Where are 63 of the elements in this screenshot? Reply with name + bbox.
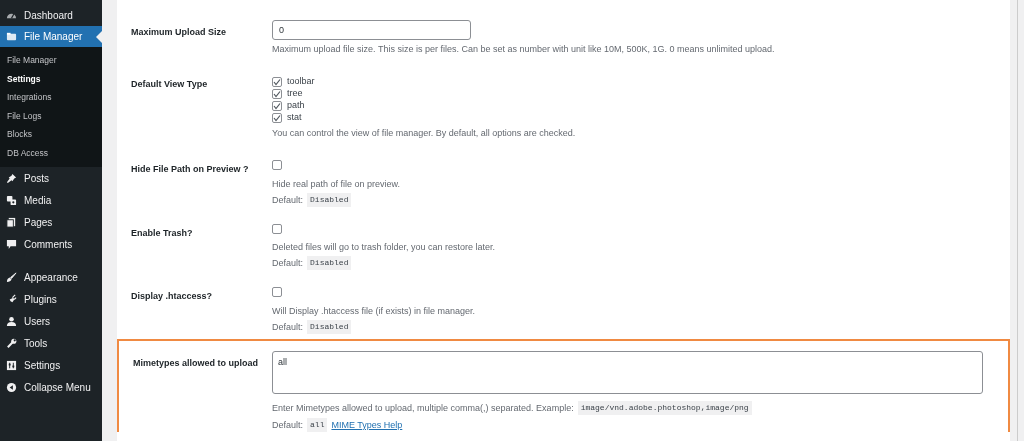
submenu-item[interactable]: Blocks [0,125,102,144]
sidebar-item[interactable]: File Manager [0,26,102,47]
sidebar-item[interactable]: Plugins [0,288,102,310]
default-value: Disabled [307,256,352,270]
sidebar-item[interactable]: Pages [0,211,102,233]
description-text: Will Display .htaccess file (if exists) in file manager. [272,304,476,317]
sidebar-item[interactable]: Settings [0,354,102,376]
option-label: tree [287,87,303,101]
sidebar-item[interactable]: Appearance [0,255,102,288]
setting-label: Display .htaccess? [131,290,214,303]
sliders-icon [6,359,17,371]
setting-label: Hide File Path on Preview ? [131,163,250,176]
sidebar-item[interactable]: Collapse Menu [0,376,102,398]
user-icon [6,315,17,327]
checkbox[interactable] [272,89,282,99]
option-label: toolbar [287,75,315,89]
submenu-item[interactable]: File Logs [0,106,102,125]
submenu-item[interactable]: Settings [0,69,102,88]
text-area[interactable]: all [272,350,983,394]
description-text: Hide real path of file on preview. [272,177,401,190]
sidebar-item[interactable]: Dashboard [0,4,102,26]
default-value: all [307,418,328,432]
default-label: Default: [272,419,304,431]
checkbox[interactable] [272,223,282,234]
folder-icon [6,31,17,42]
setting-label: Default View Type [131,78,209,91]
default-value: Disabled [307,319,352,334]
default-label: Default: [272,257,304,269]
pages-icon [6,216,17,228]
sidebar-item[interactable]: Tools [0,332,102,354]
sidebar-item[interactable]: Comments [0,233,102,255]
default-label: Default: [272,320,304,333]
checkbox[interactable] [272,287,282,297]
checkbox[interactable] [272,113,282,123]
wrench-icon [6,337,17,349]
sidebar-item[interactable]: Posts [0,167,102,189]
setting-label: Enable Trash? [131,226,194,240]
submenu-item[interactable]: DB Access [0,143,102,162]
description-text: You can control the view of file manager. By default, all options are checked. [272,127,576,139]
sidebar-item[interactable]: Users [0,310,102,332]
option-label: path [287,99,305,113]
code-sample: image/vnd.adobe.photoshop,image/png [577,401,752,415]
submenu-item[interactable]: Integrations [0,88,102,107]
default-label: Default: [272,193,304,206]
checkbox[interactable] [272,160,282,170]
setting-label: Mimetypes allowed to upload [133,356,259,370]
collapse-icon [6,381,17,393]
description-text: Deleted files will go to trash folder, you can restore later. [272,241,496,253]
option-label: stat [287,111,302,125]
brush-icon [6,271,17,283]
help-link[interactable]: MIME Types Help [331,419,403,431]
setting-label: Maximum Upload Size [131,26,228,39]
comment-icon [6,238,17,250]
checkbox[interactable] [272,77,282,87]
text-field[interactable]: 0 [272,20,471,40]
pin-icon [6,172,17,184]
sidebar-item[interactable]: Media [0,189,102,211]
description-text: Enter Mimetypes allowed to upload, multiple comma(,) separated. Example: [272,402,574,414]
checkbox[interactable] [272,101,282,111]
media-icon [6,194,17,206]
default-value: Disabled [307,192,352,207]
submenu-item[interactable]: File Manager [0,51,102,70]
description-text: Maximum upload file size. This size is per files. Can be set as number with unit like 10M, 500K, 1G. 0 means unlimited upload. [272,43,775,55]
